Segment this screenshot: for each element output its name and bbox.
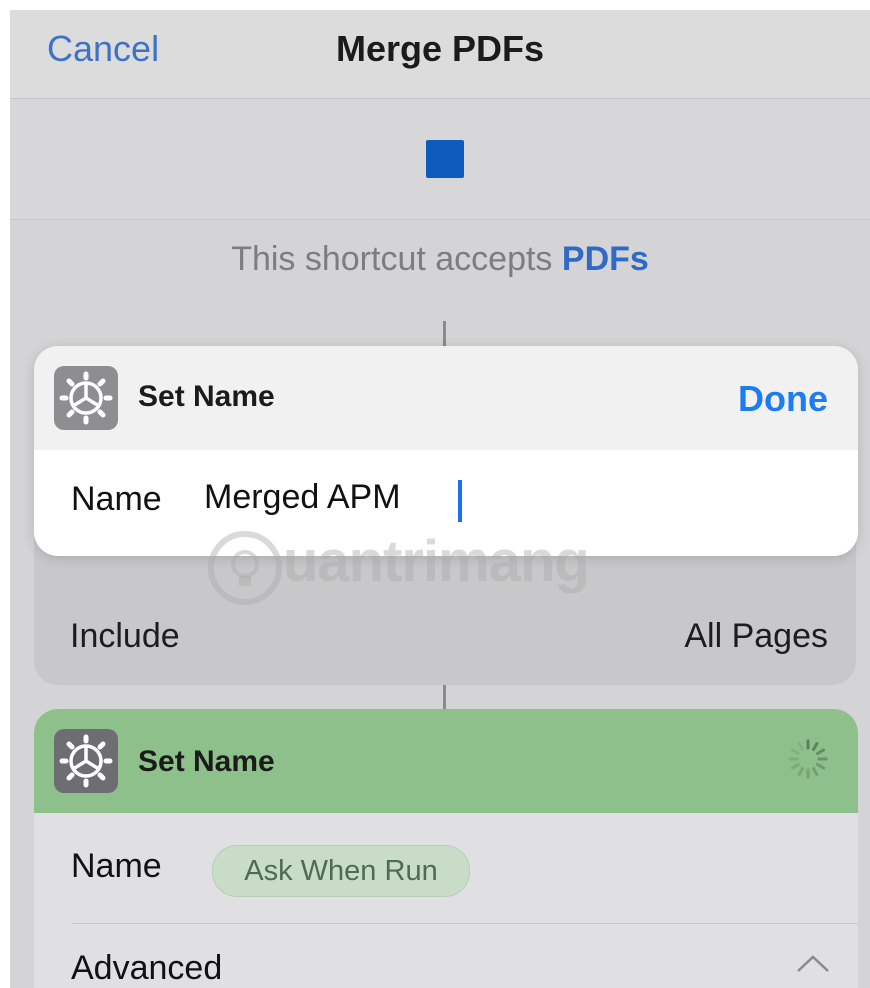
popup-title: Set Name (138, 380, 275, 413)
connector-line (443, 685, 446, 709)
accepts-text: This shortcut accepts (231, 240, 553, 278)
name-input[interactable] (204, 472, 764, 522)
page-title: Merge PDFs (335, 28, 545, 69)
shortcut-editor-screen: Cancel Merge PDFs This shortcut accepts … (10, 10, 870, 988)
advanced-toggle[interactable]: Advanced (71, 949, 222, 988)
name-field-label: Name (71, 480, 162, 518)
divider (71, 923, 858, 924)
stop-icon[interactable] (426, 140, 464, 178)
action-header[interactable]: Set Name (34, 709, 858, 813)
text-caret (458, 480, 462, 522)
popup-header: Set Name Done (34, 346, 858, 450)
spinner-icon (786, 737, 830, 786)
navigation-bar: Cancel Merge PDFs (10, 10, 870, 99)
run-control-bar (10, 99, 870, 220)
chevron-up-icon[interactable] (796, 953, 830, 978)
gear-icon (54, 729, 118, 793)
ask-when-run-token[interactable]: Ask When Run (212, 845, 470, 897)
gear-icon (54, 366, 118, 430)
include-label: Include (70, 617, 180, 655)
accepts-row[interactable]: This shortcut accepts PDFs (10, 240, 870, 279)
set-name-popup: Set Name Done Name (34, 346, 858, 556)
accepts-type-link[interactable]: PDFs (562, 240, 649, 278)
include-value[interactable]: All Pages (684, 617, 828, 656)
set-name-action-card: Set Name Name Ask When Run Advanced (34, 709, 858, 988)
name-label: Name (71, 847, 162, 885)
action-title: Set Name (138, 745, 275, 778)
done-button[interactable]: Done (738, 378, 828, 420)
